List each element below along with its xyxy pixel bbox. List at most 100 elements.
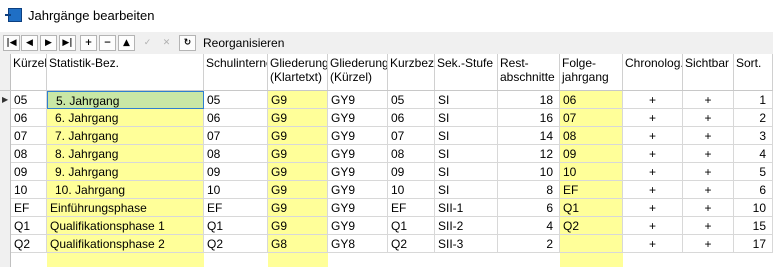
cell-statistik[interactable]: 8. Jahrgang bbox=[47, 145, 204, 163]
cell-kuerzel[interactable]: 06 bbox=[11, 109, 47, 127]
cell-kurzbez[interactable]: 07 bbox=[388, 127, 435, 145]
cell-gliederung-kurz[interactable]: GY9 bbox=[328, 217, 388, 235]
cell-gliederung-klar[interactable]: G9 bbox=[268, 127, 328, 145]
first-record-button[interactable]: |◀ bbox=[3, 35, 20, 51]
cell-chrono[interactable]: + bbox=[623, 199, 683, 217]
cell-rest[interactable]: 6 bbox=[498, 199, 560, 217]
table-row[interactable]: EF Einführungsphase EF G9 GY9 EF SII-1 6 Q1 + +10 bbox=[0, 199, 773, 217]
cell-sekstufe[interactable]: SI bbox=[435, 181, 498, 199]
cell-sekstufe[interactable]: SII-1 bbox=[435, 199, 498, 217]
cell-kurzbez[interactable]: 09 bbox=[388, 163, 435, 181]
cell-gliederung-klar[interactable]: G9 bbox=[268, 163, 328, 181]
cell-chrono[interactable]: + bbox=[623, 163, 683, 181]
cell-gliederung-klar[interactable]: G9 bbox=[268, 217, 328, 235]
cell-kurzbez[interactable]: 08 bbox=[388, 145, 435, 163]
header-restabschnitte[interactable]: Rest-abschnitte bbox=[498, 54, 560, 90]
table-row[interactable]: ▶ 05 5. Jahrgang 05 G9 GY9 05 SI 18 06 + +1 bbox=[0, 91, 773, 109]
table-row[interactable]: 10 10. Jahrgang 10 G9 GY9 10 SI 8 EF + +6 bbox=[0, 181, 773, 199]
cell-kuerzel[interactable]: 10 bbox=[11, 181, 47, 199]
cell-sichtbar[interactable]: + bbox=[683, 127, 734, 145]
header-kuerzel[interactable]: Kürzel bbox=[11, 54, 47, 90]
header-chronolog[interactable]: Chronolog. bbox=[623, 54, 683, 90]
cell-chrono[interactable]: + bbox=[623, 217, 683, 235]
cell-sichtbar[interactable]: + bbox=[683, 235, 734, 253]
cell-schulintern[interactable]: 08 bbox=[204, 145, 268, 163]
cell-rest[interactable]: 2 bbox=[498, 235, 560, 253]
cell-sort[interactable]: 10 bbox=[734, 199, 773, 217]
cell-statistik[interactable]: 9. Jahrgang bbox=[47, 163, 204, 181]
cell-sichtbar[interactable]: + bbox=[683, 163, 734, 181]
cell-statistik[interactable]: 7. Jahrgang bbox=[47, 127, 204, 145]
cell-gliederung-klar[interactable]: G9 bbox=[268, 199, 328, 217]
cell-gliederung-kurz[interactable]: GY9 bbox=[328, 199, 388, 217]
cell-sekstufe[interactable]: SI bbox=[435, 163, 498, 181]
cell-gliederung-kurz[interactable]: GY8 bbox=[328, 235, 388, 253]
cell-kurzbez[interactable]: 06 bbox=[388, 109, 435, 127]
cell-sichtbar[interactable]: + bbox=[683, 199, 734, 217]
cell-sekstufe[interactable]: SI bbox=[435, 109, 498, 127]
cell-gliederung-kurz[interactable]: GY9 bbox=[328, 127, 388, 145]
cell-folge[interactable]: 08 bbox=[560, 127, 623, 145]
cell-schulintern[interactable]: Q1 bbox=[204, 217, 268, 235]
cell-gliederung-kurz[interactable]: GY9 bbox=[328, 145, 388, 163]
cell-gliederung-klar[interactable]: G9 bbox=[268, 145, 328, 163]
cell-folge[interactable]: Q1 bbox=[560, 199, 623, 217]
cell-schulintern[interactable]: 06 bbox=[204, 109, 268, 127]
cell-rest[interactable]: 12 bbox=[498, 145, 560, 163]
cell-sekstufe[interactable]: SII-2 bbox=[435, 217, 498, 235]
cell-kuerzel[interactable]: 09 bbox=[11, 163, 47, 181]
cell-chrono[interactable]: + bbox=[623, 145, 683, 163]
cell-sort[interactable]: 17 bbox=[734, 235, 773, 253]
cell-kurzbez[interactable]: 10 bbox=[388, 181, 435, 199]
table-row[interactable]: 08 8. Jahrgang 08 G9 GY9 08 SI 12 09 + +4 bbox=[0, 145, 773, 163]
refresh-button[interactable]: ↻ bbox=[179, 35, 196, 51]
cell-folge[interactable]: EF bbox=[560, 181, 623, 199]
cell-rest[interactable]: 8 bbox=[498, 181, 560, 199]
cell-gliederung-kurz[interactable]: GY9 bbox=[328, 91, 388, 109]
next-record-button[interactable]: ▶ bbox=[40, 35, 57, 51]
cell-statistik[interactable]: Qualifikationsphase 1 bbox=[47, 217, 204, 235]
header-sort[interactable]: Sort. bbox=[734, 54, 773, 90]
cell-gliederung-klar[interactable]: G9 bbox=[268, 91, 328, 109]
cell-sichtbar[interactable]: + bbox=[683, 91, 734, 109]
prior-record-button[interactable]: ◀ bbox=[21, 35, 38, 51]
cell-rest[interactable]: 10 bbox=[498, 163, 560, 181]
cell-kurzbez[interactable]: Q2 bbox=[388, 235, 435, 253]
cell-folge[interactable]: 07 bbox=[560, 109, 623, 127]
insert-record-button[interactable]: + bbox=[80, 35, 97, 51]
cell-rest[interactable]: 18 bbox=[498, 91, 560, 109]
cell-schulintern[interactable]: 05 bbox=[204, 91, 268, 109]
cell-chrono[interactable]: + bbox=[623, 127, 683, 145]
table-row[interactable]: Q2 Qualifikationsphase 2 Q2 G8 GY8 Q2 SII-3 2 + +… bbox=[0, 235, 773, 253]
cell-sichtbar[interactable]: + bbox=[683, 109, 734, 127]
cell-sekstufe[interactable]: SI bbox=[435, 145, 498, 163]
cell-folge[interactable]: 09 bbox=[560, 145, 623, 163]
cell-gliederung-klar[interactable]: G9 bbox=[268, 109, 328, 127]
cell-sort[interactable]: 6 bbox=[734, 181, 773, 199]
cell-folge[interactable] bbox=[560, 235, 623, 253]
cell-kuerzel[interactable]: 05 bbox=[11, 91, 47, 109]
cell-schulintern[interactable]: Q2 bbox=[204, 235, 268, 253]
cell-kuerzel[interactable]: Q2 bbox=[11, 235, 47, 253]
cell-sort[interactable]: 3 bbox=[734, 127, 773, 145]
last-record-button[interactable]: ▶| bbox=[59, 35, 76, 51]
cell-sort[interactable]: 1 bbox=[734, 91, 773, 109]
cell-chrono[interactable]: + bbox=[623, 181, 683, 199]
cell-statistik[interactable]: 6. Jahrgang bbox=[47, 109, 204, 127]
cell-schulintern[interactable]: EF bbox=[204, 199, 268, 217]
cell-chrono[interactable]: + bbox=[623, 109, 683, 127]
cell-rest[interactable]: 16 bbox=[498, 109, 560, 127]
header-statistik-bez[interactable]: Statistik-Bez. bbox=[47, 54, 204, 90]
reorganize-button[interactable]: Reorganisieren bbox=[203, 36, 284, 50]
header-gliederung-kuerzel[interactable]: Gliederung (Kürzel) bbox=[328, 54, 388, 90]
edit-record-button[interactable]: ▲ bbox=[118, 35, 135, 51]
post-edit-button[interactable]: ✓ bbox=[139, 35, 156, 51]
cell-gliederung-kurz[interactable]: GY9 bbox=[328, 163, 388, 181]
cell-statistik[interactable]: Qualifikationsphase 2 bbox=[47, 235, 204, 253]
cell-statistik[interactable]: 10. Jahrgang bbox=[47, 181, 204, 199]
cell-kurzbez[interactable]: EF bbox=[388, 199, 435, 217]
table-row[interactable]: 09 9. Jahrgang 09 G9 GY9 09 SI 10 10 + +5 bbox=[0, 163, 773, 181]
header-sichtbar[interactable]: Sichtbar bbox=[683, 54, 734, 90]
cell-kurzbez[interactable]: Q1 bbox=[388, 217, 435, 235]
cancel-edit-button[interactable]: ✕ bbox=[158, 35, 175, 51]
